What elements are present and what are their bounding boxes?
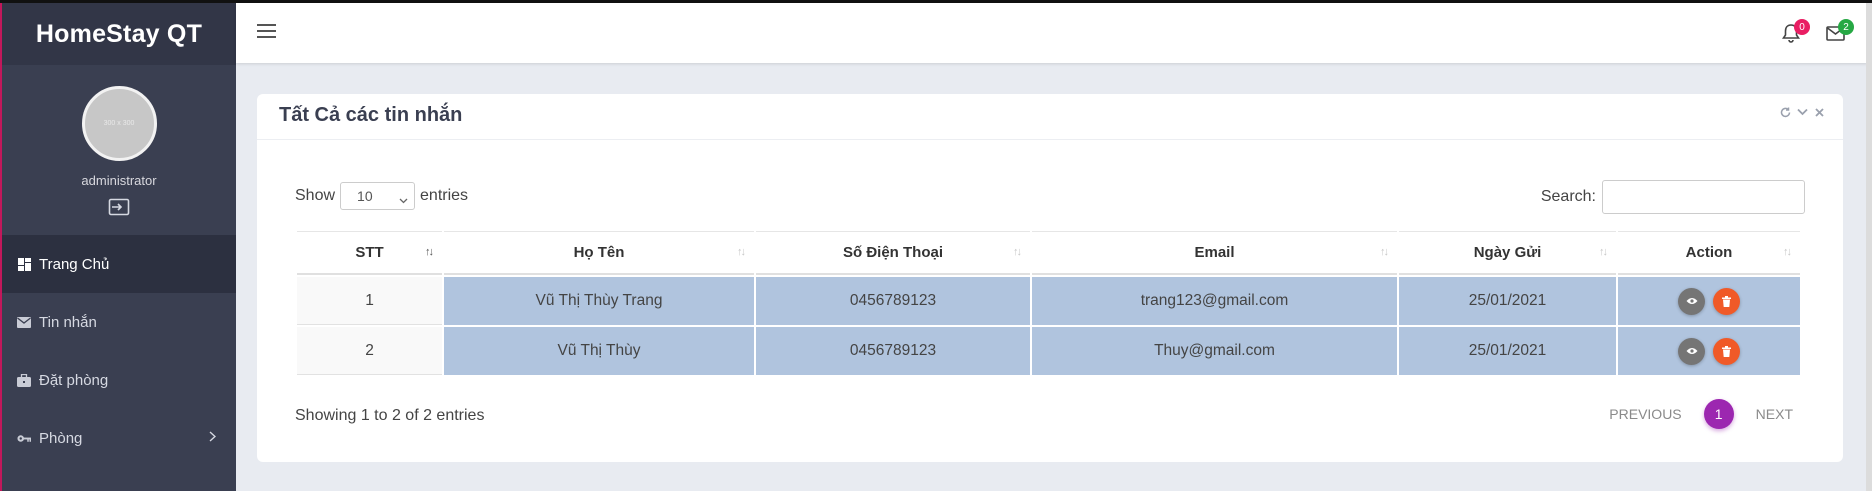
table-row[interactable]: 1 Vũ Thị Thùy Trang 0456789123 trang123@… — [297, 277, 1800, 325]
sort-icon: ↑↓ — [1380, 246, 1389, 258]
table-header-row: STT ↑↓ Họ Tên ↑↓ Số Điện Thoại ↑↓ Email ↑↓ N… — [297, 231, 1800, 275]
avatar-placeholder-text: 300 x 300 — [103, 120, 135, 127]
briefcase-icon — [17, 373, 31, 387]
card-header: Tất Cả các tin nhắn — [257, 94, 1843, 140]
next-page-button[interactable]: NEXT — [1756, 406, 1793, 422]
delete-button[interactable] — [1713, 287, 1740, 315]
entries-select[interactable]: 10 — [340, 182, 416, 210]
pagination: PREVIOUS 1 NEXT — [1609, 399, 1793, 429]
cell-actions — [1618, 277, 1800, 325]
table-info: Showing 1 to 2 of 2 entries — [295, 407, 485, 424]
sidebar: HomeStay QT 300 x 300 administrator Tran… — [0, 3, 236, 491]
chevron-down-icon — [399, 191, 408, 207]
scrollbar-track[interactable] — [1866, 3, 1872, 491]
avatar[interactable]: 300 x 300 — [81, 86, 157, 161]
avatar-wrapper: 300 x 300 — [2, 86, 236, 161]
messages-table: STT ↑↓ Họ Tên ↑↓ Số Điện Thoại ↑↓ Email ↑↓ N… — [295, 229, 1802, 377]
cell-stt: 1 — [297, 277, 442, 325]
card-tools — [1779, 106, 1825, 118]
sort-icon: ↑↓ — [425, 246, 434, 258]
key-icon — [17, 431, 31, 445]
sign-out-icon — [108, 198, 130, 216]
show-label: Show — [295, 187, 336, 204]
delete-button[interactable] — [1713, 337, 1740, 365]
cell-phone: 0456789123 — [756, 277, 1030, 325]
sort-icon: ↑↓ — [1599, 246, 1608, 258]
refresh-icon[interactable] — [1779, 106, 1791, 118]
eye-icon — [1686, 298, 1697, 304]
column-header-action[interactable]: Action ↑↓ — [1618, 231, 1800, 275]
sidebar-item-label: Phòng — [39, 429, 83, 447]
view-button[interactable] — [1678, 337, 1705, 365]
cell-actions — [1618, 327, 1800, 375]
column-header-stt[interactable]: STT ↑↓ — [297, 231, 442, 275]
trash-icon — [1722, 295, 1731, 307]
cell-stt: 2 — [297, 327, 442, 375]
sidebar-item-dat-phong[interactable]: Đặt phòng — [2, 351, 236, 409]
sidebar-item-phong[interactable]: Phòng — [2, 409, 236, 467]
sidebar-nav: Trang Chủ Tin nhắn Đặt phòng Phòng — [2, 235, 236, 467]
page-button-1[interactable]: 1 — [1703, 399, 1734, 429]
trash-icon — [1722, 345, 1731, 357]
cell-phone: 0456789123 — [756, 327, 1030, 375]
column-header-so-dien-thoai[interactable]: Số Điện Thoại ↑↓ — [756, 231, 1030, 275]
message-count-badge: 2 — [1838, 19, 1854, 35]
hamburger-menu-icon[interactable] — [257, 23, 276, 44]
notification-count-badge: 0 — [1794, 19, 1810, 35]
sort-icon: ↑↓ — [1013, 246, 1022, 258]
table-row[interactable]: 2 Vũ Thị Thùy 0456789123 Thuy@gmail.com … — [297, 327, 1800, 375]
sidebar-item-trang-chu[interactable]: Trang Chủ — [2, 235, 236, 293]
username: administrator — [81, 173, 157, 188]
sort-icon: ↑↓ — [1783, 246, 1792, 258]
eye-icon — [1686, 348, 1697, 354]
table-search: Search: — [1541, 180, 1805, 214]
search-label: Search: — [1540, 188, 1596, 205]
cell-date: 25/01/2021 — [1399, 327, 1616, 375]
cell-name: Vũ Thị Thùy — [444, 327, 754, 375]
dashboard-icon — [17, 257, 31, 271]
cell-email: trang123@gmail.com — [1032, 277, 1397, 325]
top-navbar: 0 2 — [236, 3, 1868, 63]
previous-page-button[interactable]: PREVIOUS — [1609, 406, 1681, 422]
entries-select-value: 10 — [357, 188, 373, 204]
brand-title[interactable]: HomeStay QT — [2, 3, 236, 65]
chevron-right-icon — [209, 429, 217, 446]
view-button[interactable] — [1678, 287, 1705, 315]
entries-label: entries — [420, 187, 469, 204]
sort-icon: ↑↓ — [737, 246, 746, 258]
column-header-email[interactable]: Email ↑↓ — [1032, 231, 1397, 275]
messages-card: Tất Cả các tin nhắn Show 10 entries Sear… — [257, 94, 1843, 462]
envelope-icon — [17, 315, 31, 329]
cell-name: Vũ Thị Thùy Trang — [444, 277, 754, 325]
entries-length-control: Show 10 entries — [295, 182, 468, 210]
cell-date: 25/01/2021 — [1399, 277, 1616, 325]
search-input[interactable] — [1602, 180, 1805, 214]
cell-email: Thuy@gmail.com — [1032, 327, 1397, 375]
sidebar-item-label: Tin nhắn — [39, 313, 97, 331]
page-title: Tất Cả các tin nhắn — [279, 104, 463, 126]
logout-button[interactable] — [2, 198, 236, 216]
column-header-ngay-gui[interactable]: Ngày Gửi ↑↓ — [1399, 231, 1616, 275]
sidebar-item-label: Trang Chủ — [39, 255, 110, 273]
column-header-ho-ten[interactable]: Họ Tên ↑↓ — [444, 231, 754, 275]
collapse-chevron-icon[interactable] — [1796, 106, 1808, 118]
sidebar-item-tin-nhan[interactable]: Tin nhắn — [2, 293, 236, 351]
close-icon[interactable] — [1813, 106, 1825, 118]
sidebar-item-label: Đặt phòng — [39, 371, 109, 389]
